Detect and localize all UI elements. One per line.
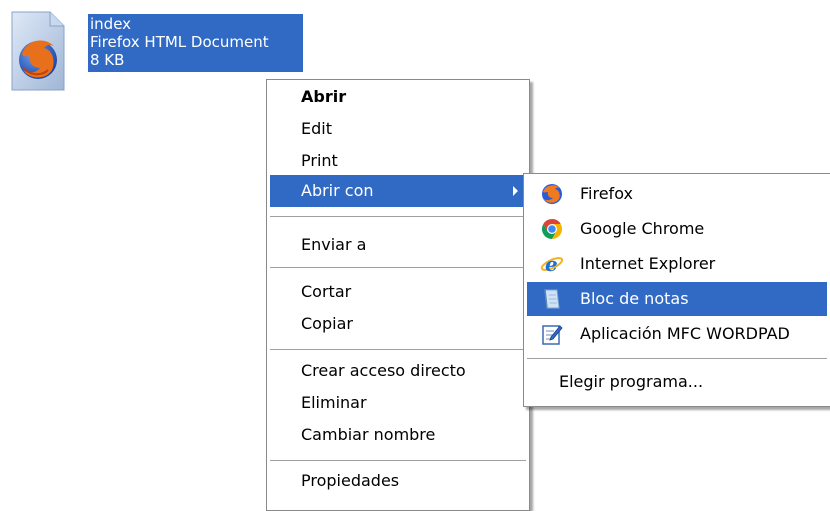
menu-item-rename[interactable]: Cambiar nombre: [270, 419, 526, 451]
submenu-item-chrome[interactable]: Google Chrome: [527, 212, 827, 246]
menu-item-delete[interactable]: Eliminar: [270, 387, 526, 419]
menu-item-print[interactable]: Print: [270, 145, 526, 177]
submenu-item-label: Internet Explorer: [580, 254, 716, 273]
submenu-item-choose-program[interactable]: Elegir programa...: [527, 365, 827, 399]
chrome-icon: [540, 217, 564, 241]
menu-item-create-shortcut[interactable]: Crear acceso directo: [270, 355, 526, 387]
submenu-item-wordpad[interactable]: Aplicación MFC WORDPAD: [527, 317, 827, 351]
menu-separator: [270, 267, 526, 268]
menu-item-cut[interactable]: Cortar: [270, 276, 526, 308]
submenu-arrow-icon: [513, 186, 518, 196]
submenu-item-internet-explorer[interactable]: e Internet Explorer: [527, 247, 827, 281]
file-label[interactable]: index Firefox HTML Document 8 KB: [88, 14, 303, 72]
menu-item-open-with[interactable]: Abrir con: [270, 175, 526, 207]
menu-item-edit[interactable]: Edit: [270, 113, 526, 145]
file-type: Firefox HTML Document: [90, 33, 269, 51]
submenu-item-firefox[interactable]: Firefox: [527, 177, 827, 211]
submenu-item-notepad[interactable]: Bloc de notas: [527, 282, 827, 316]
menu-item-properties[interactable]: Propiedades: [270, 465, 526, 497]
menu-item-open-with-label: Abrir con: [301, 181, 374, 200]
menu-separator: [270, 349, 526, 350]
menu-item-open[interactable]: Abrir: [270, 81, 526, 113]
context-menu: Abrir Edit Print Abrir con Enviar a Cort…: [266, 79, 530, 511]
submenu-item-label: Firefox: [580, 184, 633, 203]
file-size: 8 KB: [90, 51, 125, 69]
firefox-html-file-icon[interactable]: [6, 10, 68, 92]
submenu-item-label: Bloc de notas: [580, 289, 689, 308]
submenu-item-label: Google Chrome: [580, 219, 705, 238]
svg-text:e: e: [545, 252, 558, 276]
submenu-item-label: Aplicación MFC WORDPAD: [580, 324, 790, 343]
firefox-icon: [540, 182, 564, 206]
internet-explorer-icon: e: [540, 252, 564, 276]
wordpad-icon: [540, 322, 564, 346]
menu-separator: [270, 460, 526, 461]
notepad-icon: [540, 287, 564, 311]
menu-separator: [270, 216, 526, 217]
file-name: index: [90, 15, 132, 33]
menu-item-copy[interactable]: Copiar: [270, 308, 526, 340]
menu-item-send-to[interactable]: Enviar a: [270, 229, 526, 261]
menu-separator: [527, 358, 827, 359]
open-with-submenu: Firefox Google Chrome e Internet Explore…: [523, 173, 830, 407]
